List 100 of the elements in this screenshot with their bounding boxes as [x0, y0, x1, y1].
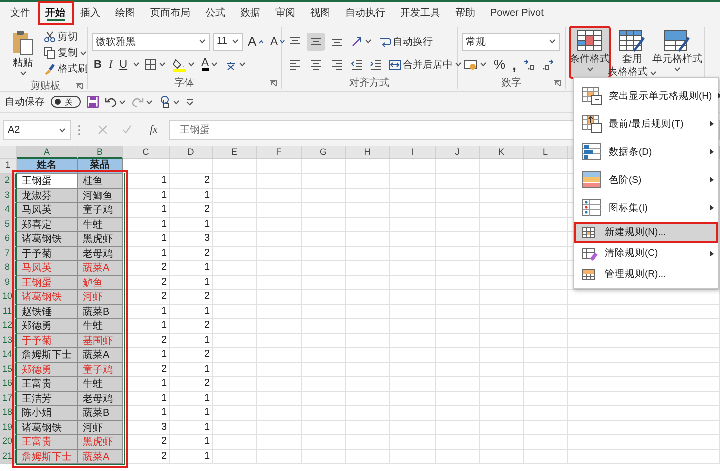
column-header[interactable]: B	[78, 146, 123, 159]
decrease-indent-button[interactable]	[349, 58, 365, 72]
cut-button[interactable]: 剪切	[42, 29, 90, 45]
empty-cell	[524, 290, 568, 304]
ribbon-tab[interactable]: 插入	[74, 2, 108, 24]
font-name-field[interactable]: 微软雅黑	[92, 32, 210, 50]
undo-button[interactable]	[105, 96, 126, 108]
customize-menu-icon[interactable]	[186, 98, 194, 106]
empty-cell	[302, 450, 346, 464]
ribbon-tab[interactable]: 视图	[304, 2, 338, 24]
name-box[interactable]: A2	[3, 120, 71, 140]
ribbon-tab[interactable]: Power Pivot	[484, 2, 551, 24]
column-header[interactable]: F	[257, 146, 302, 159]
table-cell: 1	[123, 319, 170, 334]
menu-item[interactable]: 数据条(D)	[574, 138, 718, 166]
empty-cell	[302, 392, 346, 406]
ribbon-tab[interactable]: 审阅	[268, 2, 302, 24]
menu-item[interactable]: 新建规则(N)...	[574, 222, 718, 243]
column-header[interactable]: L	[524, 146, 568, 159]
italic-button[interactable]: I	[106, 58, 115, 72]
table-cell: 王富贵	[17, 435, 78, 450]
ribbon-tab[interactable]: 文件	[4, 2, 38, 24]
empty-cell	[480, 406, 524, 420]
wrap-text-button[interactable]: 自动换行	[377, 34, 435, 50]
autosave-toggle[interactable]: 关	[51, 96, 81, 108]
empty-cell	[213, 261, 257, 276]
empty-cell	[213, 377, 257, 392]
dialog-launcher-icon[interactable]	[554, 80, 561, 86]
menu-item[interactable]: 图标集(I)	[574, 194, 718, 222]
empty-cell	[257, 392, 302, 406]
color-scale-icon	[582, 170, 603, 190]
ribbon-tab[interactable]: 帮助	[448, 2, 482, 24]
column-header[interactable]: K	[480, 146, 524, 159]
decimal-arrow-icon	[542, 58, 554, 70]
empty-cell	[302, 362, 346, 377]
table-cell: 2	[123, 290, 170, 304]
merge-center-button[interactable]: 合并后居中	[387, 56, 464, 72]
format-painter-button[interactable]: 格式刷	[42, 61, 90, 77]
cell-styles-button[interactable]: 单元格样式	[654, 27, 700, 78]
column-header[interactable]: E	[213, 146, 257, 159]
row-header[interactable]: 1	[0, 159, 17, 174]
menu-item[interactable]: 色阶(S)	[574, 166, 718, 194]
ribbon-tab[interactable]: 页面布局	[144, 2, 198, 24]
empty-cell	[302, 406, 346, 420]
comma-button[interactable]: ,	[510, 56, 518, 74]
empty-cell	[302, 319, 346, 334]
empty-cell	[390, 203, 436, 218]
save-button[interactable]	[87, 96, 99, 108]
empty-cell	[213, 159, 257, 174]
shrink-font-button[interactable]: A	[268, 34, 288, 48]
column-header[interactable]: J	[436, 146, 480, 159]
grow-font-button[interactable]: A	[246, 33, 266, 50]
touch-mode-button[interactable]	[159, 96, 180, 108]
empty-cell	[302, 334, 346, 348]
caret-icon	[586, 67, 594, 72]
ribbon-tab[interactable]: 数据	[234, 2, 268, 24]
ribbon-tab[interactable]: 开发工具	[394, 2, 448, 24]
paste-button[interactable]: 粘贴	[8, 27, 38, 78]
redo-button[interactable]	[132, 96, 153, 108]
font-size-field[interactable]: 11	[213, 32, 243, 50]
borders-button[interactable]	[142, 58, 168, 72]
empty-cell	[524, 319, 568, 334]
align-middle-button[interactable]	[307, 32, 325, 50]
fill-color-button[interactable]	[170, 56, 197, 72]
percent-button[interactable]: %	[492, 56, 508, 73]
column-header[interactable]: G	[302, 146, 346, 159]
accounting-button[interactable]	[462, 58, 489, 72]
empty-cell	[390, 304, 436, 319]
dialog-launcher-icon[interactable]	[270, 80, 277, 86]
dialog-launcher-icon[interactable]	[76, 82, 83, 90]
table-cell: 1	[123, 218, 170, 232]
ribbon-tab[interactable]: 开始	[38, 2, 72, 24]
underline-button[interactable]: U	[118, 58, 130, 72]
column-header[interactable]: H	[346, 146, 390, 159]
column-header[interactable]: A	[17, 146, 78, 159]
enter-check-icon[interactable]	[122, 125, 132, 135]
column-header[interactable]: D	[170, 146, 213, 159]
column-header[interactable]: C	[123, 146, 170, 159]
empty-cell	[436, 362, 480, 377]
bold-button[interactable]: B	[92, 58, 104, 72]
save-icon	[87, 96, 99, 108]
ribbon-tab[interactable]: 自动执行	[338, 2, 392, 24]
copy-button[interactable]: 复制	[42, 45, 90, 61]
ribbon-tab[interactable]: 绘图	[108, 2, 142, 24]
font-color-button[interactable]: A	[200, 57, 220, 72]
menu-item[interactable]: 管理规则(R)...	[574, 264, 718, 285]
empty-cell	[390, 159, 436, 174]
empty-cell	[302, 276, 346, 290]
ribbon-tab[interactable]: 公式	[198, 2, 232, 24]
column-header[interactable]: I	[390, 146, 436, 159]
grid-arrow-icon	[582, 114, 603, 134]
empty-cell	[346, 435, 390, 450]
table-cell: 2	[170, 377, 213, 392]
empty-cell	[390, 450, 436, 464]
menu-item[interactable]: 清除规则(C)	[574, 243, 718, 264]
insert-function-button[interactable]: fx	[146, 124, 162, 136]
increase-indent-button[interactable]	[368, 58, 384, 72]
menu-item[interactable]: 突出显示单元格规则(H)	[574, 82, 718, 110]
empty-cell	[390, 334, 436, 348]
number-format-field[interactable]: 常规	[462, 32, 560, 50]
